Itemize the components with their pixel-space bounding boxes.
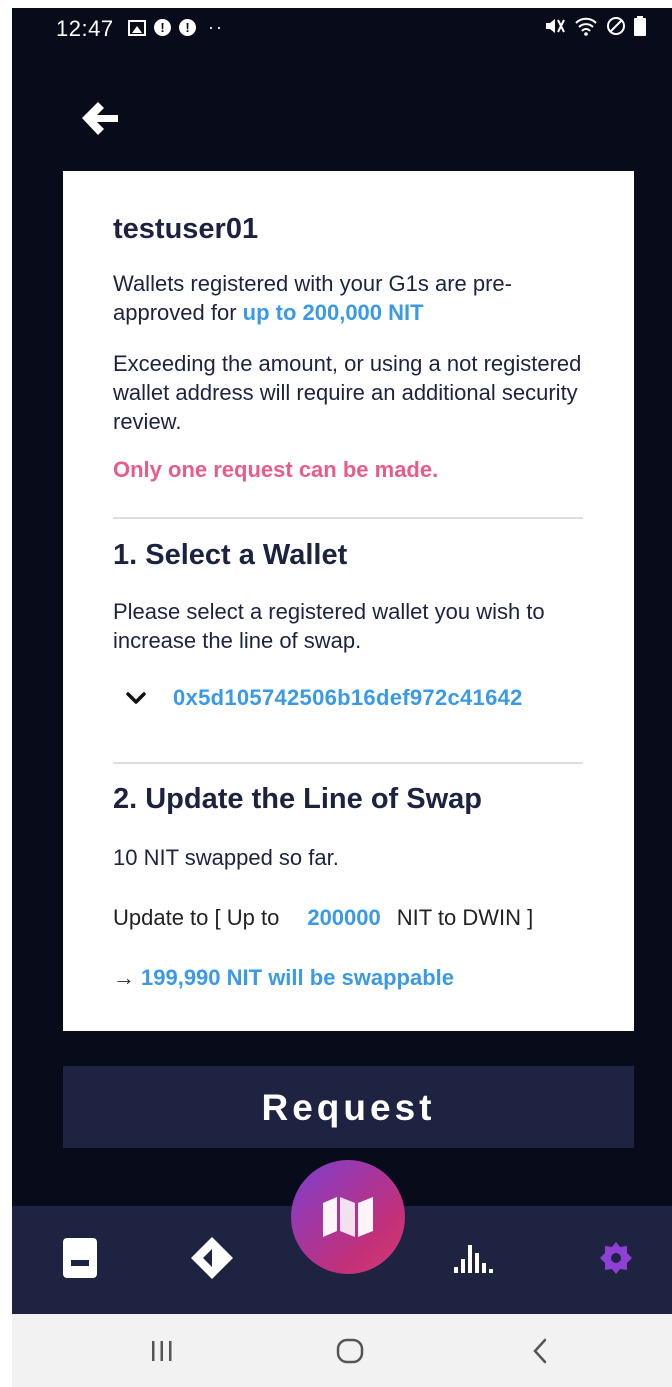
update-amount-input[interactable]: 200000 — [307, 905, 380, 931]
warning-text: Only one request can be made. — [113, 457, 439, 482]
nav-recent-apps[interactable] — [142, 1336, 182, 1366]
mute-icon — [546, 19, 565, 33]
request-button[interactable]: Request — [63, 1066, 634, 1148]
username: testuser01 — [113, 213, 259, 245]
tab-chart[interactable] — [444, 1228, 504, 1288]
tab-settings[interactable] — [586, 1228, 646, 1288]
phone-screen: 12:47 ! ! ·· testuser01 Wallets register… — [12, 8, 672, 1387]
select-wallet-description: Please select a registered wallet you wi… — [113, 599, 545, 653]
more-notifications-icon: ·· — [208, 17, 224, 37]
recent-apps-icon — [152, 1341, 172, 1361]
swappable-amount: 199,990 NIT will be swappable — [141, 965, 455, 990]
section-title-select-wallet: 1. Select a Wallet — [113, 539, 348, 571]
status-system-icons — [544, 16, 646, 36]
nav-home[interactable] — [330, 1336, 370, 1366]
battery-icon — [634, 16, 646, 36]
status-bar: 12:47 ! ! ·· — [12, 8, 672, 48]
back-arrow-icon[interactable] — [78, 96, 122, 140]
map-icon — [323, 1197, 373, 1237]
system-nav-bar — [12, 1314, 672, 1387]
wallet-icon — [63, 1238, 97, 1278]
request-card: testuser01 Wallets registered with your … — [63, 171, 634, 1031]
alert-icon: ! — [179, 19, 196, 36]
section-title-update-swap: 2. Update the Line of Swap — [113, 783, 482, 815]
status-notification-icons: ! ! ·· — [128, 17, 224, 38]
home-icon — [336, 1338, 364, 1364]
swapped-so-far: 10 NIT swapped so far. — [113, 845, 339, 870]
settings-icon — [600, 1242, 632, 1274]
wallet-dropdown[interactable]: 0x5d105742506b16def972c41642 — [125, 685, 523, 711]
wifi-icon — [575, 17, 597, 36]
preapproved-amount: up to 200,000 NIT — [242, 300, 424, 325]
status-time: 12:47 — [56, 16, 114, 41]
arrow-right-icon: → — [113, 965, 135, 990]
chart-icon — [454, 1245, 493, 1273]
divider — [113, 762, 583, 764]
back-icon — [533, 1338, 547, 1364]
swappable-text: → 199,990 NIT will be swappable — [113, 965, 454, 991]
update-prefix: Update to [ Up to — [113, 905, 280, 930]
dnd-icon — [607, 17, 625, 35]
exceed-text: Exceeding the amount, or using a not reg… — [113, 351, 582, 434]
divider — [113, 517, 583, 519]
nav-back[interactable] — [520, 1336, 560, 1366]
diamond-icon — [191, 1237, 233, 1279]
tab-wallet[interactable] — [50, 1228, 110, 1288]
alert-icon: ! — [154, 19, 171, 36]
update-line-row: Update to [ Up to 200000 NIT to DWIN ] — [113, 905, 533, 931]
chevron-down-icon[interactable] — [125, 691, 147, 705]
tab-map[interactable] — [291, 1160, 405, 1274]
image-icon — [128, 19, 146, 36]
tab-diamond[interactable] — [182, 1228, 242, 1288]
preapproved-text: Wallets registered with your G1s are pre… — [113, 269, 583, 327]
update-suffix: NIT to DWIN ] — [396, 905, 534, 930]
wallet-address[interactable]: 0x5d105742506b16def972c41642 — [173, 685, 523, 711]
